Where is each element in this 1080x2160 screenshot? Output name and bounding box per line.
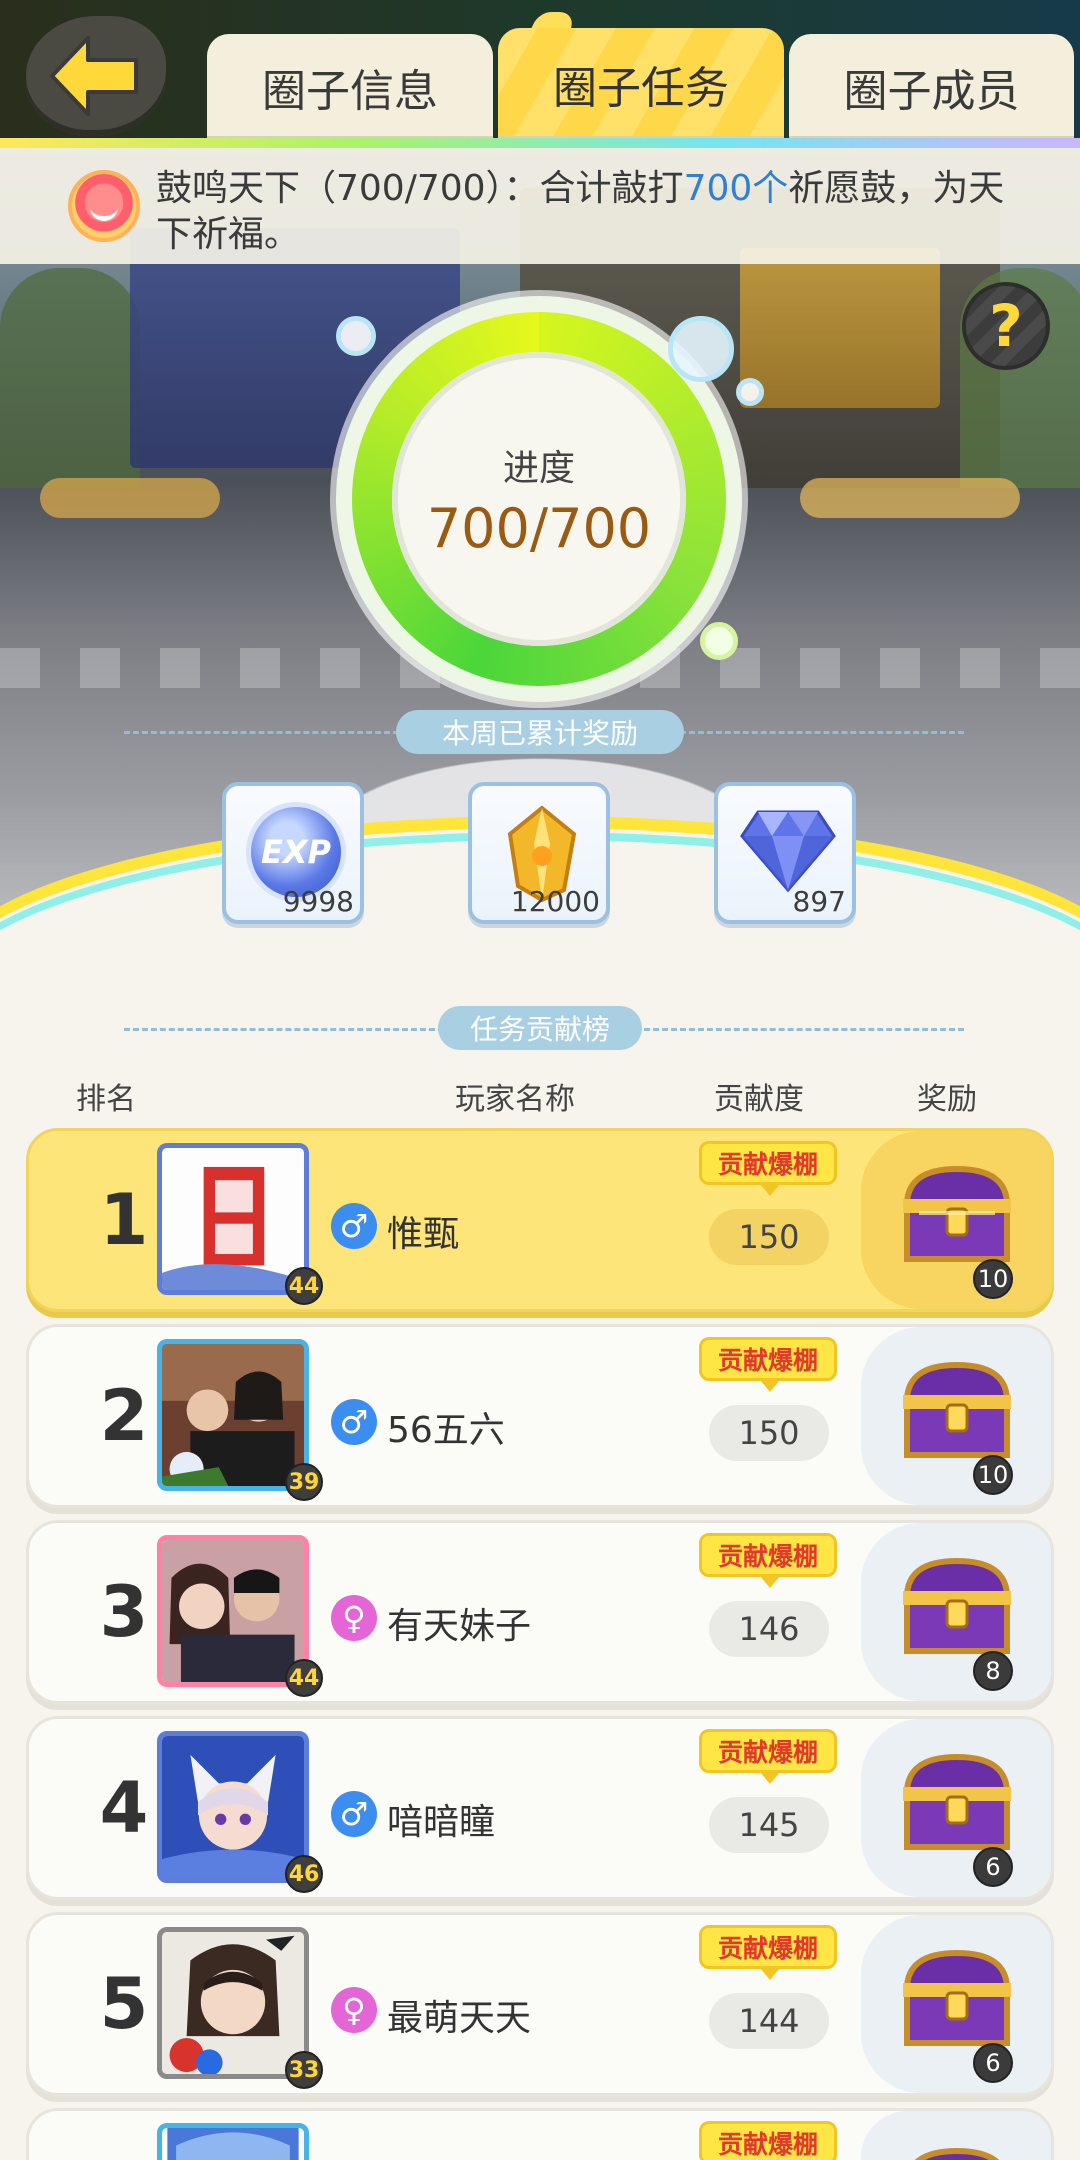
arrow-left-icon xyxy=(50,36,138,116)
drum-mascot-icon xyxy=(68,170,140,242)
contribution-score: 144 xyxy=(709,1993,829,2049)
level-badge: 33 xyxy=(285,2051,323,2089)
help-button[interactable]: ? xyxy=(962,282,1050,370)
avatar[interactable] xyxy=(157,1927,309,2079)
column-header-contribution: 贡献度 xyxy=(714,1082,804,1117)
player-name: 喑暗瞳 xyxy=(387,1802,496,1843)
contribution-tag: 贡献爆棚 xyxy=(699,1729,837,1784)
weekly-rewards-title: 本周已累计奖励 xyxy=(396,710,684,754)
tab-circle-tasks[interactable]: 圈子任务 xyxy=(498,28,784,140)
chest-count-badge: 10 xyxy=(973,1455,1013,1495)
treasure-chest-icon[interactable] xyxy=(899,1943,1015,2053)
level-badge: 39 xyxy=(285,1463,323,1501)
anime-avatar-image xyxy=(167,2128,299,2160)
leaderboard-row[interactable]: 1 44 ♂ 惟甄 贡献爆棚 150 10 xyxy=(26,1128,1054,1312)
back-button[interactable] xyxy=(26,16,166,136)
leaderboard-row[interactable]: 5 33 ♀ 最萌天天 贡献爆棚 144 6 xyxy=(26,1912,1054,2096)
question-mark-icon: ? xyxy=(989,292,1023,360)
photo-avatar-image xyxy=(162,1540,304,1682)
contribution-score: 146 xyxy=(709,1601,829,1657)
contribution-tag: 贡献爆棚 xyxy=(699,2121,837,2160)
anime-avatar-image xyxy=(162,1736,304,1878)
rank-number: 4 xyxy=(99,1767,149,1849)
avatar[interactable] xyxy=(157,1339,309,1491)
column-header-reward: 奖励 xyxy=(917,1082,977,1117)
reward-count: 897 xyxy=(792,885,846,918)
male-icon: ♂ xyxy=(331,1399,377,1445)
contribution-score: 145 xyxy=(709,1797,829,1853)
bubble-decoration xyxy=(736,378,764,406)
leaderboard-row[interactable]: 3 44 ♀ 有天妹子 贡献爆棚 146 8 xyxy=(26,1520,1054,1704)
avatar[interactable] xyxy=(157,1143,309,1295)
level-badge: 44 xyxy=(285,1659,323,1697)
rank-number: 1 xyxy=(99,1179,149,1261)
bubble-decoration xyxy=(336,316,376,356)
tab-underline xyxy=(0,138,1080,148)
bg-awning-left xyxy=(40,478,220,518)
task-info-strip: 鼓鸣天下（700/700）：合计敲打700个祈愿鼓，为天下祈福。 xyxy=(0,148,1080,264)
treasure-chest-icon[interactable] xyxy=(899,1747,1015,1857)
photo-avatar-image xyxy=(162,1932,304,2074)
player-name: 最萌天天 xyxy=(387,1998,532,2039)
task-text-prefix: 鼓鸣天下（700/700）：合计敲打 xyxy=(156,168,684,209)
leaderboard-row[interactable]: 2 39 ♂ 56五六 贡献爆棚 150 10 xyxy=(26,1324,1054,1508)
reward-card-crystal[interactable]: 12000 xyxy=(468,782,610,924)
treasure-chest-icon[interactable] xyxy=(899,1355,1015,1465)
contribution-tag: 贡献爆棚 xyxy=(699,1337,837,1392)
bubble-decoration xyxy=(668,316,734,382)
rank-number: 2 xyxy=(99,1375,149,1457)
rank-number: 3 xyxy=(99,1571,149,1653)
progress-label: 进度 xyxy=(502,447,575,489)
avatar[interactable] xyxy=(157,1731,309,1883)
avatar[interactable] xyxy=(157,2123,309,2160)
ring-center: 进度 700/700 xyxy=(392,352,686,646)
leaderboard-row[interactable]: 贡献爆棚 xyxy=(26,2108,1054,2160)
treasure-chest-icon[interactable] xyxy=(899,2141,1015,2160)
level-badge: 46 xyxy=(285,1855,323,1893)
chest-count-badge: 6 xyxy=(973,1847,1013,1887)
bg-sign-right xyxy=(740,248,940,408)
tab-circle-info[interactable]: 圈子信息 xyxy=(207,34,493,140)
reward-card-diamond[interactable]: 897 xyxy=(714,782,856,924)
column-header-name: 玩家名称 xyxy=(455,1082,575,1117)
diamond-icon xyxy=(740,810,836,893)
leaderboard-row[interactable]: 4 46 ♂ 喑暗瞳 贡献爆棚 145 6 xyxy=(26,1716,1054,1900)
level-badge: 44 xyxy=(285,1267,323,1305)
contribution-tag: 贡献爆棚 xyxy=(699,1925,837,1980)
treasure-chest-icon[interactable] xyxy=(899,1159,1015,1269)
reward-count: 12000 xyxy=(510,885,600,918)
tab-circle-members[interactable]: 圈子成员 xyxy=(789,34,1074,140)
task-description: 鼓鸣天下（700/700）：合计敲打700个祈愿鼓，为天下祈福。 xyxy=(156,166,1036,258)
contribution-tag: 贡献爆棚 xyxy=(699,1533,837,1588)
chest-count-badge: 6 xyxy=(973,2043,1013,2083)
bubble-decoration xyxy=(700,622,738,660)
seal-avatar-image xyxy=(162,1148,304,1290)
male-icon: ♂ xyxy=(331,1203,377,1249)
progress-value: 700/700 xyxy=(426,496,652,560)
contribution-tag: 贡献爆棚 xyxy=(699,1141,837,1196)
chest-count-badge: 10 xyxy=(973,1259,1013,1299)
treasure-chest-icon[interactable] xyxy=(899,1551,1015,1661)
male-icon: ♂ xyxy=(331,1791,377,1837)
task-text-highlight: 700个 xyxy=(683,168,789,209)
chest-count-badge: 8 xyxy=(973,1651,1013,1691)
player-name: 惟甄 xyxy=(387,1214,460,1255)
contribution-score: 150 xyxy=(709,1405,829,1461)
column-header-rank: 排名 xyxy=(76,1082,136,1117)
player-name: 有天妹子 xyxy=(387,1606,532,1647)
female-icon: ♀ xyxy=(331,1987,377,2033)
reward-card-exp[interactable]: EXP 9998 xyxy=(222,782,364,924)
contribution-score: 150 xyxy=(709,1209,829,1265)
player-name: 56五六 xyxy=(387,1410,505,1451)
avatar[interactable] xyxy=(157,1535,309,1687)
rank-number: 5 xyxy=(99,1963,149,2045)
leaderboard-title: 任务贡献榜 xyxy=(438,1006,642,1050)
bg-awning-right xyxy=(800,478,1020,518)
bg-tree-left xyxy=(0,268,140,488)
female-icon: ♀ xyxy=(331,1595,377,1641)
photo-avatar-image xyxy=(162,1344,304,1486)
reward-count: 9998 xyxy=(282,885,354,918)
